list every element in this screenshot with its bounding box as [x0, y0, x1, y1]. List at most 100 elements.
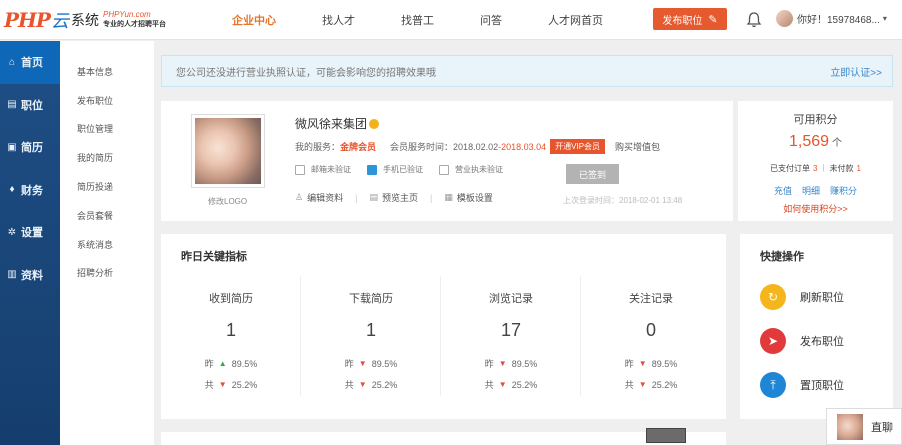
- total-value: 25.2%: [371, 379, 398, 390]
- user-menu[interactable]: 你好！15978468... ▾: [776, 10, 887, 27]
- license-verify[interactable]: 营业执未验证: [439, 164, 503, 175]
- submenu-post-job[interactable]: 发布职位: [60, 86, 154, 115]
- metric-label: 收到简历: [209, 293, 253, 305]
- company-name-text: 微风徐来集团: [295, 117, 368, 131]
- submenu-packages[interactable]: 会员套餐: [60, 201, 154, 230]
- refresh-icon: ↻: [760, 284, 786, 310]
- live-chat-button[interactable]: 直聊: [826, 408, 902, 445]
- arrow-down-icon: ▼: [498, 380, 507, 389]
- checkin-button[interactable]: 已签到: [566, 164, 619, 184]
- paid-orders[interactable]: 已支付订单 3: [770, 163, 817, 174]
- quick-label: 发布职位: [800, 336, 844, 348]
- earn-credits-link[interactable]: 赚积分: [830, 184, 857, 197]
- email-icon: [295, 164, 305, 175]
- credits-title: 可用积分: [793, 114, 838, 126]
- verification-row: 邮箱未验证 手机已验证 营业执未验证: [295, 164, 519, 175]
- nav-enterprise-center[interactable]: 企业中心: [232, 12, 276, 28]
- post-job-button[interactable]: 发布职位 ✎: [653, 8, 727, 30]
- arrow-down-icon: ▼: [638, 380, 647, 389]
- submenu-analytics[interactable]: 招聘分析: [60, 259, 154, 288]
- yesterday-label: 昨: [624, 359, 634, 369]
- total-value: 25.2%: [511, 379, 538, 390]
- home-icon: ⌂: [8, 56, 16, 68]
- how-to-use-credits-link[interactable]: 如何使用积分>>: [738, 202, 893, 215]
- logo-image: [195, 118, 261, 184]
- email-verify[interactable]: 邮箱未验证: [295, 164, 351, 175]
- arrow-up-icon: ▲: [218, 359, 227, 368]
- chat-label: 直聊: [871, 421, 893, 434]
- submenu-my-resumes[interactable]: 我的简历: [60, 143, 154, 172]
- open-vip-button[interactable]: 开通VIP会员: [550, 139, 606, 154]
- notice-message: 您公司还没进行营业执照认证，可能会影响您的招聘效果哦: [176, 67, 436, 79]
- arrow-down-icon: ▼: [638, 359, 647, 368]
- logo-system: 系统: [70, 12, 99, 28]
- logo-php: PHP: [4, 8, 51, 32]
- phone-verify-label: 手机已验证: [383, 165, 423, 174]
- bell-icon[interactable]: [746, 11, 762, 29]
- edit-profile-link[interactable]: ♙ 编辑资料: [295, 191, 343, 204]
- sidebar-item-jobs[interactable]: ▤ 职位: [0, 84, 60, 127]
- logo-tagline: 专业的人才招聘平台: [102, 21, 166, 28]
- submenu-resume-delivery[interactable]: 简历投递: [60, 172, 154, 201]
- sidebar-item-finance[interactable]: ♦ 财务: [0, 169, 60, 212]
- quick-post-job-button[interactable]: ➤ 发布职位: [760, 328, 844, 354]
- refresh-job-button[interactable]: ↻ 刷新职位: [760, 284, 844, 310]
- yesterday-value: 89.5%: [511, 358, 538, 369]
- preview-home-link[interactable]: ▤ 预览主页: [369, 191, 418, 204]
- metric-value: 0: [645, 320, 656, 340]
- chat-avatar: [837, 413, 863, 440]
- sidebar-item-profile[interactable]: ▥ 资料: [0, 254, 60, 297]
- edit-logo-link[interactable]: 修改LOGO: [208, 196, 247, 207]
- metric-value: 1: [365, 320, 376, 340]
- sidebar-item-label: 简历: [21, 142, 43, 155]
- service-level: 金牌会员: [340, 142, 377, 152]
- template-settings-link[interactable]: ▦ 模板设置: [444, 191, 493, 204]
- details-link[interactable]: 明细: [802, 184, 820, 197]
- unpaid-count: 1: [856, 164, 861, 173]
- sidebar-item-label: 资料: [21, 269, 43, 282]
- pin-job-button[interactable]: ⤒ 置顶职位: [760, 372, 844, 398]
- arrow-down-icon: ▼: [358, 380, 367, 389]
- paid-label: 已支付订单: [770, 164, 810, 173]
- submenu-messages[interactable]: 系统消息: [60, 230, 154, 259]
- nav-find-workers[interactable]: 找普工: [401, 12, 434, 28]
- period-label: 会员服务时间：: [390, 142, 454, 152]
- total-value: 25.2%: [231, 379, 258, 390]
- metrics-title: 昨日关键指标: [181, 251, 247, 263]
- scroll-control[interactable]: [646, 428, 686, 443]
- metric-label: 关注记录: [629, 293, 673, 305]
- submenu-basic-info[interactable]: 基本信息: [60, 57, 154, 86]
- company-logo[interactable]: [191, 114, 265, 188]
- nav-find-talent[interactable]: 找人才: [322, 12, 355, 28]
- top-bar: PHP 云 系统 PHPYun.com 专业的人才招聘平台 企业中心 找人才 找…: [0, 0, 902, 40]
- total-value: 25.2%: [651, 379, 678, 390]
- metric-browse-records[interactable]: 浏览记录 17 昨 ▼ 89.5% 共 ▼ 25.2%: [441, 276, 581, 396]
- metric-received-resumes[interactable]: 收到简历 1 昨 ▲ 89.5% 共 ▼ 25.2%: [161, 276, 301, 396]
- total-label: 共: [484, 380, 494, 390]
- verify-now-link[interactable]: 立即认证>>: [830, 64, 882, 79]
- recharge-link[interactable]: 充值: [774, 184, 792, 197]
- phone-verify[interactable]: 手机已验证: [367, 164, 423, 175]
- paper-plane-icon: ➤: [760, 328, 786, 354]
- total-label: 共: [344, 380, 354, 390]
- nav-talent-home[interactable]: 人才网首页: [548, 12, 603, 28]
- period-end: -2018.03.04: [498, 141, 547, 152]
- site-logo[interactable]: PHP 云 系统 PHPYun.com 专业的人才招聘平台: [4, 8, 166, 32]
- unpaid-orders[interactable]: 未付款 1: [830, 163, 861, 174]
- submenu-job-manage[interactable]: 职位管理: [60, 115, 154, 144]
- metric-follow-records[interactable]: 关注记录 0 昨 ▼ 89.5% 共 ▼ 25.2%: [581, 276, 721, 396]
- sidebar-item-settings[interactable]: ✲ 设置: [0, 211, 60, 254]
- profile-icon: ▥: [7, 269, 17, 281]
- user-greeting: 你好！15978468...: [797, 15, 880, 26]
- metric-yesterday: 昨 ▼ 89.5%: [301, 357, 441, 370]
- sidebar-item-label: 设置: [21, 227, 43, 240]
- company-name: 微风徐来集团: [295, 115, 380, 132]
- metric-total: 共 ▼ 25.2%: [581, 378, 721, 391]
- sidebar-item-resumes[interactable]: ▣ 简历: [0, 126, 60, 169]
- yesterday-value: 89.5%: [651, 358, 678, 369]
- metric-yesterday: 昨 ▲ 89.5%: [161, 357, 301, 370]
- buy-value-pack-link[interactable]: 购买增值包: [615, 140, 660, 153]
- metric-downloaded-resumes[interactable]: 下载简历 1 昨 ▼ 89.5% 共 ▼ 25.2%: [301, 276, 441, 396]
- nav-qa[interactable]: 问答: [480, 12, 502, 28]
- sidebar-item-home[interactable]: ⌂ 首页: [0, 41, 60, 84]
